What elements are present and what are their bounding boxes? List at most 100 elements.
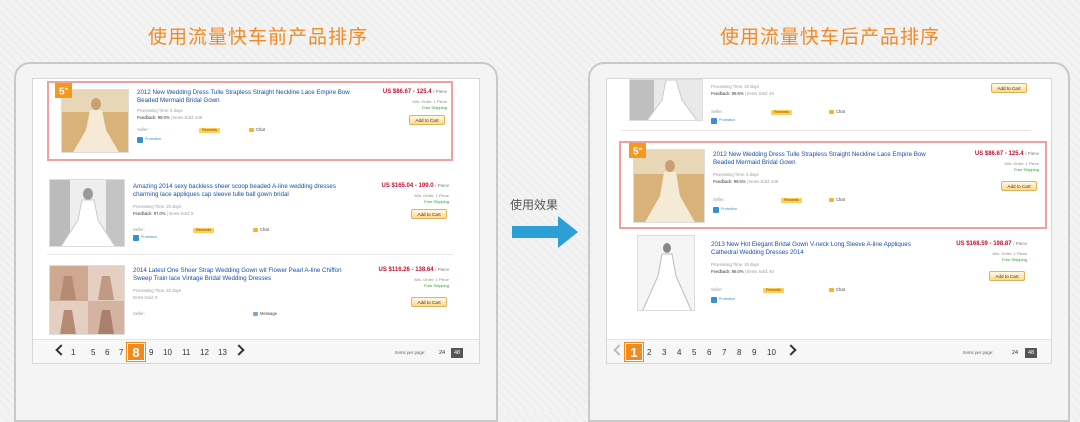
shield-icon (711, 297, 717, 303)
product-item[interactable]: Amazing 2014 sexy backless sheer scoop b… (47, 171, 453, 255)
order-info: Min. Order: 1 Piece Free Shipping (992, 251, 1027, 262)
seller-badge: Rewards (781, 198, 802, 203)
seller-badge: Rewards (763, 288, 784, 293)
buyer-protection: Protection (711, 297, 861, 303)
buyer-protection: Protection (133, 235, 283, 241)
shield-icon (713, 207, 719, 213)
product-title-link[interactable]: 2014 Latest One Shoer Strap Wedding Gown… (133, 267, 353, 283)
page-link[interactable]: 8 (737, 348, 741, 357)
product-item[interactable]: 2013 New Hot Elegant Bridal Gown V-neck … (621, 233, 1031, 319)
page-link[interactable]: 12 (200, 348, 209, 357)
page-link[interactable]: 7 (722, 348, 726, 357)
product-thumbnail[interactable] (49, 265, 125, 335)
chat-icon (829, 197, 834, 202)
add-to-cart-button[interactable]: Add to Cart (409, 115, 445, 125)
product-price: US $168.59 - 198.87 / Piece (956, 241, 1027, 247)
product-thumbnail[interactable] (49, 179, 125, 247)
items-per-page-option[interactable]: 24 (1009, 348, 1021, 358)
page-link[interactable]: 7 (119, 348, 123, 357)
product-title-link[interactable]: 2013 New Hot Elegant Bridal Gown V-neck … (711, 241, 931, 257)
current-page[interactable]: 8 (126, 342, 146, 362)
after-heading: 使用流量快车后产品排序 (720, 26, 941, 48)
page-link[interactable]: 4 (677, 348, 681, 357)
product-item-highlighted[interactable]: 5th 2012 New Wedding Dress Tulle Straple… (619, 141, 1047, 229)
add-to-cart-button[interactable]: Add to Cart (1001, 181, 1037, 191)
chat-icon (249, 127, 254, 132)
processing-time: Processing Time: 20 days (133, 204, 181, 209)
chat-link[interactable]: Chat (249, 127, 265, 132)
chevron-left-icon[interactable] (613, 344, 625, 356)
current-page[interactable]: 1 (624, 342, 644, 362)
page-link[interactable]: 6 (105, 348, 109, 357)
page-link[interactable]: 3 (662, 348, 666, 357)
seller-badge: Rewards (193, 228, 214, 233)
seller-label: Seller: (133, 227, 145, 232)
page-link[interactable]: 2 (647, 348, 651, 357)
buyer-protection: Protection (711, 118, 861, 124)
feedback-line: Feedback: 97.0% | Items Sold: 8 (133, 211, 194, 216)
feedback-line: Feedback: 99.5% | Items Sold: 46 (711, 91, 774, 96)
processing-time: Processing Time: 20 days (133, 288, 181, 293)
page-link[interactable]: 9 (149, 348, 153, 357)
pagination-bar: 1 5 6 7 8 9 10 11 12 13 Items per page: … (33, 339, 479, 363)
left-screen: 5th 2012 New Wedding Dress Tulle Straple… (32, 78, 480, 364)
product-title-link[interactable]: 2012 New Wedding Dress Tulle Strapless S… (137, 89, 357, 105)
shield-icon (133, 235, 139, 241)
chat-icon (829, 287, 834, 292)
chat-link[interactable]: Chat (829, 109, 845, 114)
page-link[interactable]: 9 (752, 348, 756, 357)
page-link[interactable]: 1 (71, 348, 75, 357)
chevron-right-icon[interactable] (233, 344, 245, 356)
feedback-line: Feedback: 99.0% | Items Sold: 449 (137, 115, 203, 120)
items-per-page-option-selected[interactable]: 48 (451, 348, 463, 358)
processing-time: Processing Time: 5 days (713, 172, 759, 177)
product-thumbnail[interactable] (633, 149, 705, 223)
chat-link[interactable]: Chat (829, 287, 845, 292)
chevron-right-icon[interactable] (785, 344, 797, 356)
seller-badge: Rewards (771, 110, 792, 115)
page-link[interactable]: 5 (91, 348, 95, 357)
pagination-bar: 1 2 3 4 5 6 7 8 9 10 Items per page: 24 … (607, 339, 1051, 363)
before-heading: 使用流量快车前产品排序 (148, 26, 369, 48)
page-link[interactable]: 13 (218, 348, 227, 357)
message-icon (253, 311, 258, 316)
add-to-cart-button[interactable]: Add to Cart (411, 297, 447, 307)
rank-ribbon: 5th (629, 143, 647, 159)
feedback-line: Items Sold: 5 (133, 295, 158, 300)
chevron-left-icon[interactable] (55, 344, 67, 356)
product-item-highlighted[interactable]: 5th 2012 New Wedding Dress Tulle Straple… (47, 81, 453, 161)
page-link[interactable]: 6 (707, 348, 711, 357)
product-item[interactable]: Processing Time: 20 days Feedback: 99.5%… (621, 79, 1031, 131)
add-to-cart-button[interactable]: Add to Cart (411, 209, 447, 219)
add-to-cart-button[interactable]: Add to Cart (991, 83, 1027, 93)
product-price: US $86.67 - 125.4 / Piece (382, 89, 447, 95)
order-info: Min. Order: 1 Piece Free Shipping (412, 99, 447, 110)
effect-label: 使用效果 (510, 198, 559, 212)
add-to-cart-button[interactable]: Add to Cart (989, 271, 1025, 281)
page-link[interactable]: 11 (182, 348, 190, 357)
page-link[interactable]: 10 (767, 348, 776, 357)
page-link[interactable]: 5 (692, 348, 696, 357)
shield-icon (137, 137, 143, 143)
product-thumbnail[interactable] (61, 89, 129, 153)
feedback-line: Feedback: 99.5% | Items Sold: 449 (713, 179, 779, 184)
product-title-link[interactable]: Amazing 2014 sexy backless sheer scoop b… (133, 183, 353, 199)
seller-label: Seller: (711, 287, 723, 292)
product-thumbnail[interactable] (637, 235, 695, 311)
product-price: US $165.04 - 199.0 / Piece (381, 183, 449, 189)
product-price: US $86.67 - 125.4 / Piece (974, 151, 1039, 157)
seller-label: Seller: (133, 311, 145, 316)
product-thumbnail[interactable] (629, 79, 703, 121)
chat-link[interactable]: Chat (829, 197, 845, 202)
seller-badge: Rewards (199, 128, 220, 133)
product-item[interactable]: 2014 Latest One Shoer Strap Wedding Gown… (47, 259, 453, 337)
items-per-page-option[interactable]: 24 (436, 348, 448, 358)
chat-link[interactable]: Chat (253, 227, 269, 232)
product-title-link[interactable]: 2012 New Wedding Dress Tulle Strapless S… (713, 151, 933, 167)
items-per-page-option-selected[interactable]: 48 (1025, 348, 1037, 358)
items-per-page-label: Items per page: (395, 350, 426, 355)
processing-time: Processing Time: 20 days (711, 262, 759, 267)
buyer-protection: Protection (713, 207, 863, 213)
page-link[interactable]: 10 (163, 348, 172, 357)
message-link[interactable]: Message (253, 311, 277, 316)
